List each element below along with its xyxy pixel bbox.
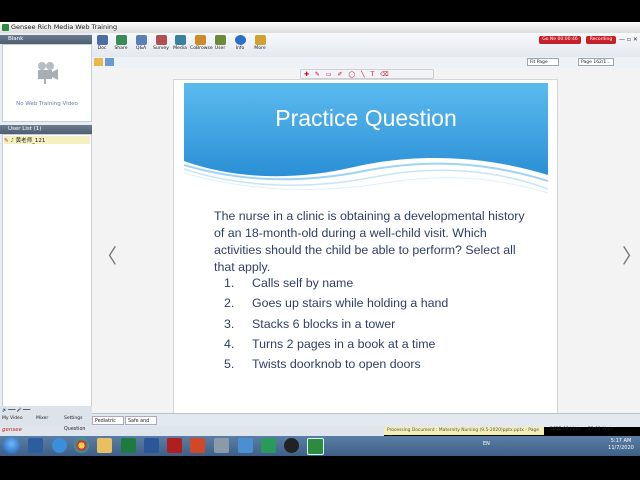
- media-player-icon[interactable]: [284, 438, 299, 453]
- answer-option: 2. Goes up stairs while holding a hand: [224, 296, 449, 310]
- video-preview: No Web Training Video: [2, 44, 92, 122]
- answer-option: 4. Turns 2 pages in a book at a time: [224, 337, 436, 351]
- window-controls[interactable]: — ▫ ✕: [619, 36, 639, 44]
- survey-button[interactable]: Survey: [151, 35, 171, 51]
- next-page-button[interactable]: 〉: [622, 240, 640, 269]
- gensee-app-icon[interactable]: [307, 438, 324, 455]
- slide: Practice Question The nurse in a clinic …: [173, 79, 558, 417]
- mixer-button[interactable]: Mixer: [36, 416, 48, 421]
- video-panel-header: Blank: [0, 35, 92, 44]
- folder-icon[interactable]: [97, 438, 112, 453]
- start-button-icon[interactable]: [3, 437, 20, 454]
- clock-date: 11/7/2020: [608, 445, 634, 451]
- previous-page-button[interactable]: 〈: [97, 240, 117, 269]
- user-button[interactable]: User: [210, 35, 230, 51]
- user-list-item[interactable]: ✎ ♪ 黄老师_121: [4, 136, 90, 144]
- word-icon[interactable]: [144, 438, 159, 453]
- media-icon: [174, 35, 186, 45]
- folder-icon[interactable]: [94, 58, 103, 66]
- user-list: ✎ ♪ 黄老师_121: [2, 134, 92, 408]
- survey-icon: [155, 35, 167, 45]
- question-text: The nurse in a clinic is obtaining a dev…: [214, 209, 525, 274]
- download-rate: 23.01 kbps: [588, 427, 613, 432]
- cobrowse-button[interactable]: CoBrowse: [190, 35, 213, 51]
- header-wave-graphic: [183, 83, 549, 194]
- answer-option: 1. Calls self by name: [224, 276, 354, 290]
- app-icon[interactable]: [238, 438, 253, 453]
- record-button[interactable]: Recording: [586, 36, 616, 44]
- qa-button[interactable]: Q&A: [131, 35, 151, 51]
- system-clock[interactable]: 5:17 AM 11/7/2020: [606, 438, 636, 452]
- app-icon: [2, 24, 9, 31]
- more-button[interactable]: More: [250, 35, 270, 51]
- document-tab[interactable]: Pediatric N...: [92, 416, 124, 433]
- volume-sliders[interactable]: 🔊 ━━━ 🎤 ━━━: [2, 407, 88, 412]
- user-name: 黄老师_121: [15, 138, 46, 144]
- gensee-logo: gensee: [2, 427, 22, 433]
- document-icon[interactable]: [105, 58, 114, 66]
- annotation-toolbar[interactable]: ✚ ✎ ▭ ✐ ◯ ╲ T ⌫: [300, 69, 434, 79]
- settings-button[interactable]: Settings: [64, 416, 82, 421]
- zoom-select[interactable]: Fit Page: [527, 58, 559, 66]
- ie-icon[interactable]: [52, 438, 67, 453]
- slide-title: Practice Question: [275, 105, 457, 131]
- user-list-header: User List (1): [0, 125, 92, 134]
- doc-button[interactable]: Doc: [92, 35, 112, 51]
- app-icon[interactable]: [261, 438, 276, 453]
- answer-option: 3. Stacks 6 blocks in a tower: [224, 317, 396, 331]
- explorer-icon[interactable]: [28, 438, 43, 453]
- camera-icon: [38, 62, 58, 84]
- slide-header-banner: Practice Question: [183, 83, 549, 195]
- status-message: Processing Document : Maternity Nursing …: [384, 427, 544, 441]
- media-button[interactable]: Media: [170, 35, 190, 51]
- qa-icon: [135, 35, 147, 45]
- window-title: Gensee Rich Media Web Training: [11, 23, 118, 31]
- share-button[interactable]: Share: [111, 35, 131, 51]
- stop-session-button[interactable]: Go Ne 00:00:46: [539, 36, 581, 44]
- answer-option: 5. Twists doorknob to open doors: [224, 357, 421, 371]
- mic-icon: ♪: [10, 138, 14, 144]
- share-icon: [115, 35, 127, 45]
- question-button[interactable]: Question: [64, 427, 85, 432]
- language-indicator[interactable]: EN: [483, 441, 490, 447]
- no-video-text: No Web Training Video: [16, 101, 78, 107]
- page-indicator[interactable]: Page 162/1...: [578, 58, 614, 66]
- user-icon: ✎: [4, 138, 9, 144]
- doc-icon: [96, 35, 108, 45]
- clock-time: 5:17 AM: [610, 438, 632, 444]
- powerpoint-icon[interactable]: [190, 438, 205, 453]
- info-button[interactable]: Info: [230, 35, 250, 51]
- gensee-bar: gensee Question: [0, 426, 384, 436]
- my-video-button[interactable]: My Video: [2, 416, 23, 421]
- media-controls: 🔊 ━━━ 🎤 ━━━ My Video Mixer Settings: [0, 406, 92, 426]
- document-tab-bar: Pediatric N... Safe and bf...: [92, 413, 640, 433]
- document-tab[interactable]: Safe and bf...: [125, 416, 157, 433]
- more-icon: [254, 35, 266, 45]
- info-icon: [234, 35, 246, 45]
- app-icon[interactable]: [214, 438, 229, 453]
- upload-rate: 1625.08 kbps: [550, 427, 581, 432]
- excel-icon[interactable]: [121, 438, 136, 453]
- chrome-icon[interactable]: [74, 438, 89, 453]
- cobrowse-icon: [194, 35, 206, 45]
- user-icon: [214, 35, 226, 45]
- pdf-icon[interactable]: [167, 438, 182, 453]
